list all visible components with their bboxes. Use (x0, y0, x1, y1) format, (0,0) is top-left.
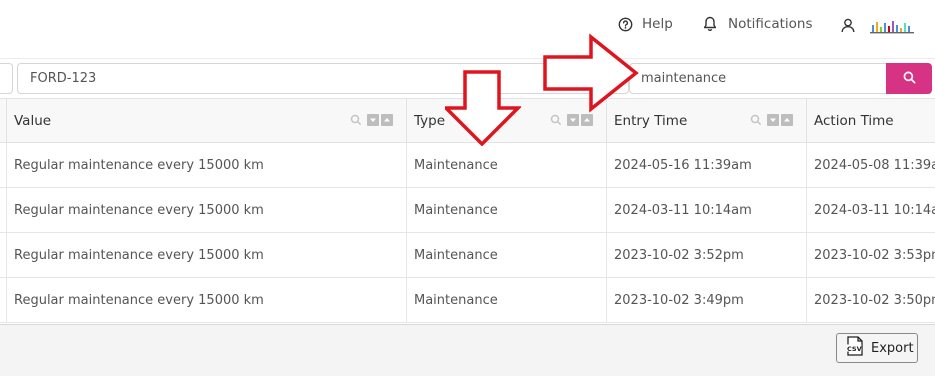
cell-action-time: 2024-05-08 11:39am (806, 143, 935, 187)
question-circle-icon (618, 17, 633, 32)
cell-action-time: 2023-10-02 3:53pm (806, 233, 935, 277)
table-row[interactable]: Regular maintenance every 15000 km Maint… (0, 233, 935, 278)
export-label: Export (871, 340, 914, 356)
column-header-type[interactable]: Type (406, 99, 606, 143)
bell-icon (703, 16, 717, 32)
records-table: Value Type Entry Time Action Time Regula… (0, 98, 935, 324)
search-input[interactable] (629, 63, 887, 94)
cell-type: Maintenance (406, 188, 606, 232)
sort-descending-icon[interactable] (567, 114, 579, 126)
help-link[interactable]: Help (618, 16, 673, 32)
cell-entry-time: 2024-05-16 11:39am (606, 143, 806, 187)
sort-descending-icon[interactable] (367, 114, 379, 126)
cell-type: Maintenance (406, 143, 606, 187)
cell-action-time: 2024-03-11 10:14am (806, 188, 935, 232)
company-logo (870, 19, 916, 37)
column-header-entry-time[interactable]: Entry Time (606, 99, 806, 143)
filter-bar (0, 58, 935, 98)
column-header-action-time[interactable]: Action Time (806, 99, 935, 143)
sort-ascending-icon[interactable] (381, 114, 393, 126)
cell-value: Regular maintenance every 15000 km (6, 188, 406, 232)
user-icon (841, 18, 855, 33)
left-filter-control[interactable] (0, 63, 13, 94)
csv-file-icon: CSV (846, 336, 864, 360)
sort-descending-icon[interactable] (767, 114, 779, 126)
search-button[interactable] (886, 63, 932, 94)
column-header-label: Value (14, 113, 52, 129)
cell-type: Maintenance (406, 233, 606, 277)
export-csv-button[interactable]: CSV Export (836, 333, 918, 363)
cell-action-time: 2023-10-02 3:50pm (806, 278, 935, 322)
table-row[interactable]: Regular maintenance every 15000 km Maint… (0, 278, 935, 323)
sort-ascending-icon[interactable] (781, 114, 793, 126)
cell-type: Maintenance (406, 278, 606, 322)
table-footer: CSV Export (0, 324, 935, 376)
column-tools (550, 114, 593, 126)
vehicle-filter-input[interactable] (17, 63, 629, 94)
notifications-label: Notifications (728, 16, 813, 32)
search-icon (903, 69, 916, 88)
column-tools (350, 114, 393, 126)
cell-entry-time: 2023-10-02 3:49pm (606, 278, 806, 322)
table-row[interactable]: Regular maintenance every 15000 km Maint… (0, 143, 935, 188)
cell-value: Regular maintenance every 15000 km (6, 233, 406, 277)
column-header-label: Action Time (814, 113, 894, 129)
column-filter-icon[interactable] (750, 114, 762, 126)
column-header-label: Type (414, 113, 446, 129)
cell-value: Regular maintenance every 15000 km (6, 143, 406, 187)
cell-entry-time: 2023-10-02 3:52pm (606, 233, 806, 277)
sort-ascending-icon[interactable] (581, 114, 593, 126)
top-header: Help Notifications (0, 0, 935, 52)
help-label: Help (642, 16, 673, 32)
table-row[interactable]: Regular maintenance every 15000 km Maint… (0, 188, 935, 233)
column-header-value[interactable]: Value (6, 99, 406, 143)
column-filter-icon[interactable] (550, 114, 562, 126)
cell-value: Regular maintenance every 15000 km (6, 278, 406, 322)
column-header-label: Entry Time (614, 113, 688, 129)
user-menu[interactable] (841, 18, 855, 33)
column-filter-icon[interactable] (350, 114, 362, 126)
cell-entry-time: 2024-03-11 10:14am (606, 188, 806, 232)
table-header: Value Type Entry Time Action Time (0, 98, 935, 143)
svg-text:CSV: CSV (847, 345, 862, 353)
column-tools (750, 114, 793, 126)
notifications-link[interactable]: Notifications (703, 16, 813, 32)
